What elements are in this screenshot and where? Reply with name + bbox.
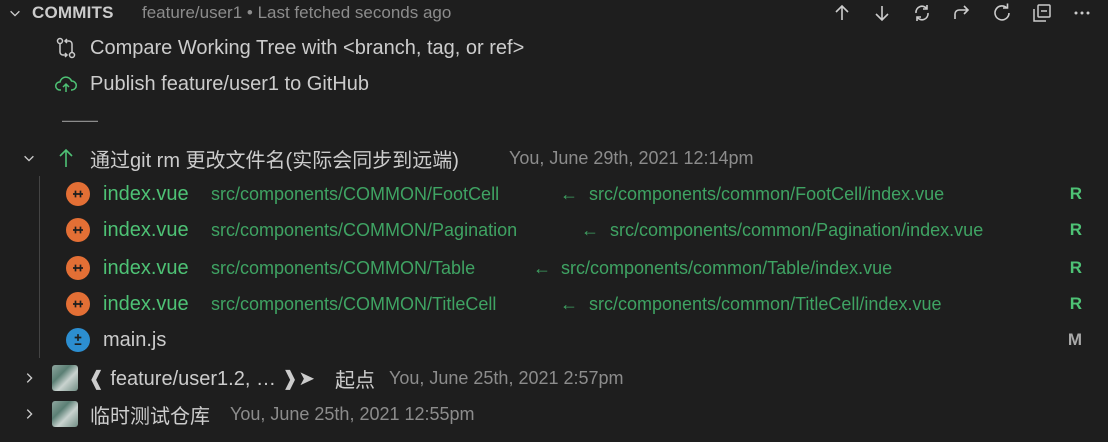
- status-badge: R: [1069, 258, 1082, 277]
- commits-header[interactable]: COMMITS feature/user1 • Last fetched sec…: [0, 0, 1108, 26]
- file-row[interactable]: index.vue src/components/COMMON/Paginati…: [0, 212, 1108, 248]
- rename-arrow: ←: [581, 219, 599, 240]
- chevron-right-icon[interactable]: [22, 371, 36, 385]
- rename-arrow: ←: [560, 293, 578, 314]
- cloud-upload-icon: [54, 72, 78, 96]
- divider-row: ——: [0, 102, 1108, 138]
- section-description: feature/user1 • Last fetched seconds ago: [142, 3, 452, 22]
- file-row[interactable]: index.vue src/components/COMMON/Table ← …: [0, 250, 1108, 286]
- commit-message: 起点: [335, 369, 375, 392]
- commit-message: 通过git rm 更改文件名(实际会同步到远端): [90, 149, 459, 172]
- avatar: [52, 365, 78, 391]
- collapse-all-icon[interactable]: [1030, 1, 1054, 25]
- chevron-down-icon[interactable]: [22, 151, 36, 165]
- publish-label: Publish feature/user1 to GitHub: [90, 72, 370, 95]
- vue-file-icon: [66, 182, 90, 206]
- compare-label: Compare Working Tree with <branch, tag, …: [90, 36, 525, 59]
- more-icon[interactable]: [1070, 1, 1094, 25]
- status-badge: R: [1069, 184, 1082, 203]
- file-path: src/components/COMMON/Pagination: [211, 219, 518, 240]
- redo-icon[interactable]: [950, 1, 974, 25]
- file-name: main.js: [103, 328, 167, 351]
- compare-working-tree-row[interactable]: Compare Working Tree with <branch, tag, …: [0, 30, 1108, 66]
- file-row[interactable]: index.vue src/components/COMMON/TitleCel…: [0, 286, 1108, 322]
- rename-arrow: ←: [560, 183, 578, 204]
- js-file-icon: [66, 328, 90, 352]
- file-path: src/components/COMMON/FootCell: [211, 183, 500, 204]
- original-path: src/components/common/Table/index.vue: [561, 257, 893, 278]
- file-path: src/components/COMMON/Table: [211, 257, 476, 278]
- refresh-icon[interactable]: [990, 1, 1014, 25]
- avatar: [52, 401, 78, 427]
- file-name: index.vue: [103, 256, 189, 279]
- section-title: COMMITS: [32, 3, 114, 22]
- commit-arrow-up-icon: [56, 147, 76, 169]
- compare-changes-icon: [54, 36, 78, 60]
- file-name: index.vue: [103, 182, 189, 205]
- chevron-down-icon[interactable]: [8, 6, 22, 20]
- commit-meta: You, June 29th, 2021 12:14pm: [509, 147, 754, 168]
- status-badge: M: [1067, 330, 1082, 349]
- commit-row[interactable]: 通过git rm 更改文件名(实际会同步到远端) You, June 29th,…: [0, 140, 1108, 176]
- header-actions: [830, 0, 1094, 26]
- status-badge: R: [1069, 220, 1082, 239]
- commit-message: 临时测试仓库: [90, 405, 210, 428]
- original-path: src/components/common/FootCell/index.vue: [589, 183, 945, 204]
- commit-refs: ❰ feature/user1.2, … ❱➤: [88, 367, 316, 390]
- vue-file-icon: [66, 256, 90, 280]
- commit-row[interactable]: ❰ feature/user1.2, … ❱➤ 起点 You, June 25t…: [0, 360, 1108, 396]
- sync-icon[interactable]: [910, 1, 934, 25]
- commit-row[interactable]: 临时测试仓库 You, June 25th, 2021 12:55pm: [0, 396, 1108, 432]
- file-path: src/components/COMMON/TitleCell: [211, 293, 497, 314]
- commit-meta: You, June 25th, 2021 12:55pm: [230, 403, 475, 424]
- arrow-down-icon[interactable]: [870, 1, 894, 25]
- rename-arrow: ←: [533, 257, 551, 278]
- vue-file-icon: [66, 218, 90, 242]
- file-name: index.vue: [103, 218, 189, 241]
- file-name: index.vue: [103, 292, 189, 315]
- original-path: src/components/common/TitleCell/index.vu…: [589, 293, 942, 314]
- arrow-up-icon[interactable]: [830, 1, 854, 25]
- commit-meta: You, June 25th, 2021 2:57pm: [389, 367, 624, 388]
- divider: ——: [62, 109, 98, 130]
- status-badge: R: [1069, 294, 1082, 313]
- publish-branch-row[interactable]: Publish feature/user1 to GitHub: [0, 66, 1108, 102]
- chevron-right-icon[interactable]: [22, 407, 36, 421]
- file-row[interactable]: main.js M: [0, 322, 1108, 358]
- original-path: src/components/common/Pagination/index.v…: [610, 219, 984, 240]
- file-row[interactable]: index.vue src/components/COMMON/FootCell…: [0, 176, 1108, 212]
- vue-file-icon: [66, 292, 90, 316]
